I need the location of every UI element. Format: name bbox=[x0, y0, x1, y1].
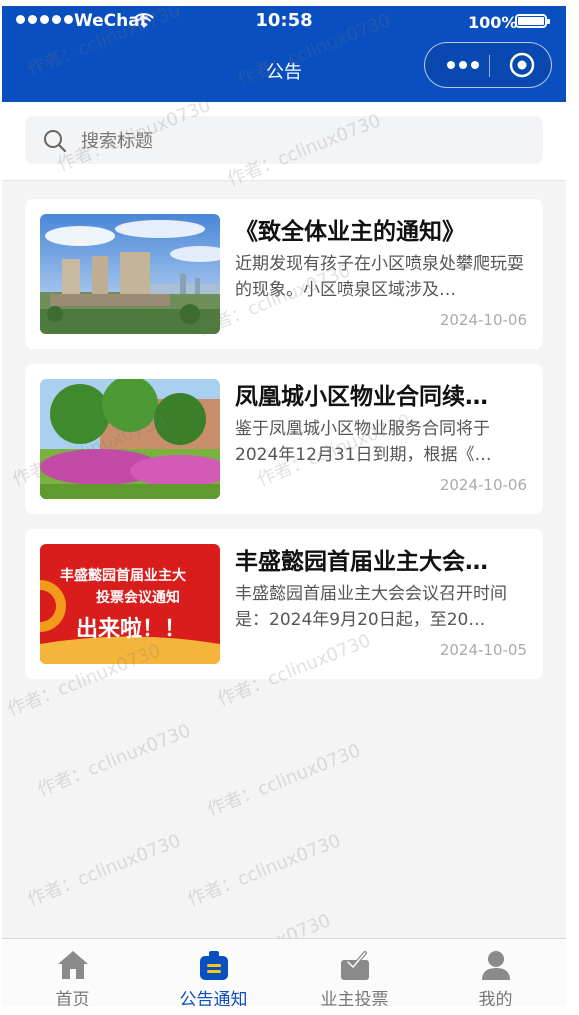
tab-vote[interactable]: 业主投票 bbox=[284, 939, 425, 1006]
notice-summary: 鉴于凤凰城小区物业服务合同将于2024年12月31日到期，根据《… bbox=[235, 419, 492, 465]
banner-text-line1: 丰盛懿园首届业主大 bbox=[60, 567, 186, 584]
notice-thumbnail-banner: 丰盛懿园首届业主大 投票会议通知 出来啦！！ bbox=[40, 544, 220, 664]
banner-text-line3: 出来啦！！ bbox=[76, 616, 186, 642]
notice-thumbnail-buildings bbox=[40, 214, 220, 334]
navigation-header: WeChat 10:58 100% 公告 bbox=[2, 6, 566, 102]
battery-percent: 100% bbox=[468, 13, 518, 32]
bottom-tab-bar: 首页 公告通知 业主投票 我的 bbox=[2, 938, 566, 1006]
notice-title: 丰盛懿园首届业主大会… bbox=[235, 549, 488, 575]
tab-home[interactable]: 首页 bbox=[2, 939, 143, 1006]
tab-label: 我的 bbox=[478, 990, 513, 1006]
capsule-divider bbox=[489, 55, 490, 77]
watermark-text: 作者：cclinux0730 bbox=[34, 720, 194, 801]
search-box[interactable] bbox=[25, 116, 543, 166]
notice-date: 2024-10-05 bbox=[439, 641, 527, 659]
more-dots-icon[interactable] bbox=[439, 43, 487, 87]
tab-notices[interactable]: 公告通知 bbox=[143, 939, 284, 1006]
tab-label: 业主投票 bbox=[320, 990, 389, 1006]
notice-title: 《致全体业主的通知》 bbox=[235, 219, 465, 245]
notice-date: 2024-10-06 bbox=[439, 476, 527, 494]
notice-list: 《致全体业主的通知》 近期发现有孩子在小区喷泉处攀爬玩耍的现象。小区喷泉区域涉及… bbox=[25, 199, 543, 694]
notice-card[interactable]: 凤凰城小区物业合同续… 鉴于凤凰城小区物业服务合同将于2024年12月31日到期… bbox=[25, 364, 543, 514]
tab-profile[interactable]: 我的 bbox=[425, 939, 566, 1006]
notice-card[interactable]: 《致全体业主的通知》 近期发现有孩子在小区喷泉处攀爬玩耍的现象。小区喷泉区域涉及… bbox=[25, 199, 543, 349]
notice-icon bbox=[199, 951, 228, 980]
mini-program-close-icon[interactable] bbox=[501, 43, 543, 87]
watermark-text: 作者：cclinux0730 bbox=[204, 740, 364, 821]
watermark-text: 作者：cclinux0730 bbox=[184, 830, 344, 911]
watermark-text: 作者：cclinux0730 bbox=[24, 830, 184, 911]
mini-program-capsule bbox=[424, 42, 552, 88]
search-input[interactable] bbox=[79, 116, 523, 166]
notice-summary: 丰盛懿园首届业主大会会议召开时间是：2024年9月20日起，至20… bbox=[235, 584, 507, 630]
home-icon bbox=[57, 951, 88, 979]
notice-title: 凤凰城小区物业合同续… bbox=[235, 384, 488, 410]
battery-icon bbox=[515, 14, 550, 28]
status-bar: WeChat 10:58 100% bbox=[2, 6, 566, 38]
banner-text-line2: 投票会议通知 bbox=[96, 589, 180, 606]
search-bar-area bbox=[2, 102, 566, 181]
profile-icon bbox=[481, 951, 510, 980]
notice-summary: 近期发现有孩子在小区喷泉处攀爬玩耍的现象。小区喷泉区域涉及… bbox=[235, 254, 524, 300]
tab-label: 首页 bbox=[55, 990, 90, 1006]
vote-icon bbox=[340, 951, 369, 980]
tab-label: 公告通知 bbox=[179, 990, 248, 1006]
notice-thumbnail-garden bbox=[40, 379, 220, 499]
search-icon bbox=[44, 130, 67, 153]
notice-date: 2024-10-06 bbox=[439, 311, 527, 329]
notice-card[interactable]: 丰盛懿园首届业主大 投票会议通知 出来啦！！ 丰盛懿园首届业主大会… 丰盛懿园首… bbox=[25, 529, 543, 679]
phone-screen: WeChat 10:58 100% 公告 搜索标题 《致全体业主的通知》 近期发… bbox=[2, 6, 566, 1006]
